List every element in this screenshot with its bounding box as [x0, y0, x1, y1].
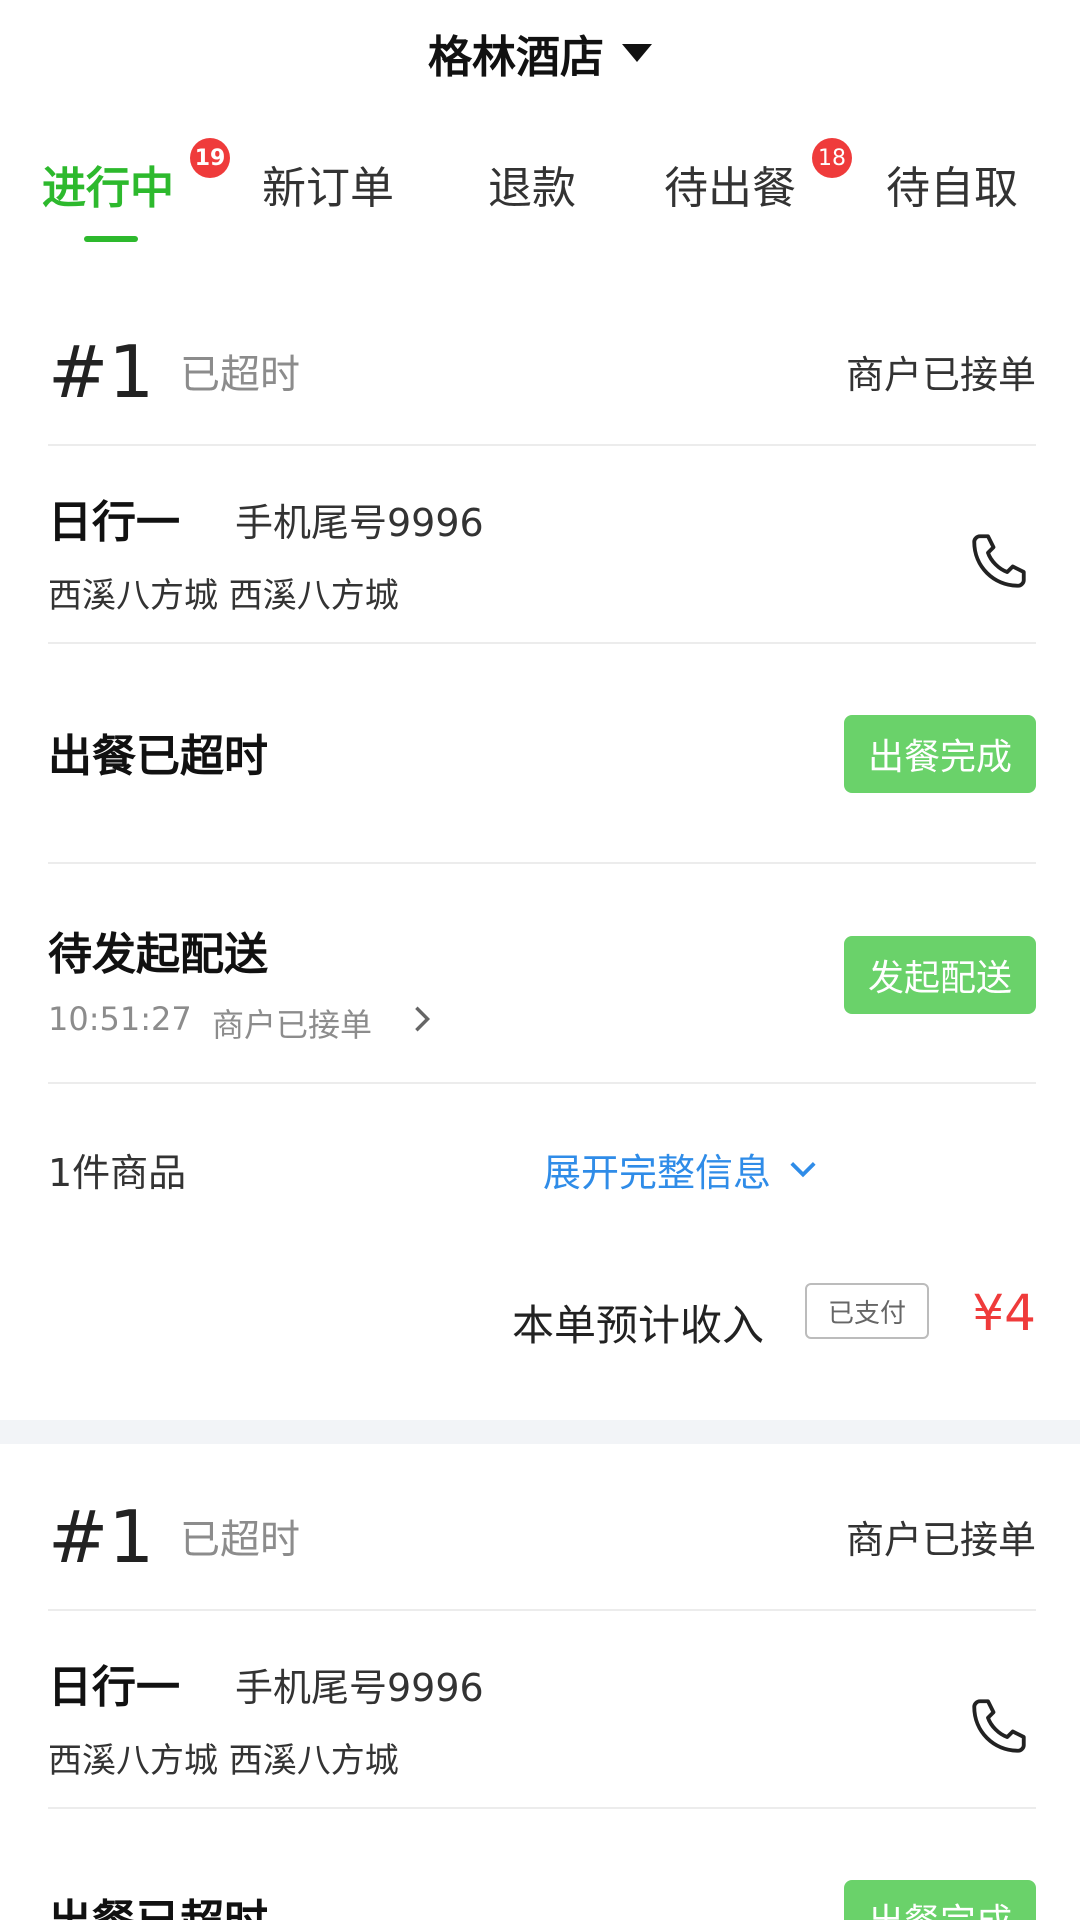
delivery-status-title: 待发起配送: [48, 929, 268, 980]
order-management-screen: 格林酒店 进行中 19 新订单 退款 待出餐 18 待自取 #1 已超时 商户已…: [0, 0, 1080, 1920]
tab-new-orders[interactable]: 新订单: [262, 152, 394, 216]
income-label: 本单预计收入: [512, 1301, 765, 1350]
divider: [48, 1609, 1036, 1611]
divider: [48, 642, 1036, 644]
order-number: #1: [48, 330, 155, 414]
tab-self-pickup[interactable]: 待自取: [886, 152, 1018, 216]
customer-address: 西溪八方城 西溪八方城: [48, 576, 399, 616]
chevron-down-icon[interactable]: [788, 1158, 818, 1180]
chevron-right-icon[interactable]: [412, 1004, 432, 1034]
delivery-time: 10:51:27: [48, 1000, 192, 1038]
meal-complete-button[interactable]: 出餐完成: [844, 715, 1036, 793]
tab-badge: 18: [812, 138, 852, 178]
tab-awaiting-meal[interactable]: 待出餐 18: [664, 138, 852, 216]
divider: [48, 862, 1036, 864]
meal-status-title: 出餐已超时: [48, 731, 268, 782]
phone-icon[interactable]: [966, 1693, 1032, 1759]
divider: [48, 1807, 1036, 1809]
customer-name: 日行一: [48, 1662, 180, 1713]
expand-details-link[interactable]: 展开完整信息: [543, 1142, 771, 1197]
phone-icon[interactable]: [966, 528, 1032, 594]
meal-status-title: 出餐已超时: [48, 1885, 268, 1920]
divider: [48, 1082, 1036, 1084]
order-number: #1: [48, 1495, 155, 1579]
start-delivery-button[interactable]: 发起配送: [844, 936, 1036, 1014]
dropdown-caret-icon[interactable]: [622, 43, 652, 62]
card-separator: [0, 1420, 1080, 1444]
tab-label: 新订单: [262, 163, 394, 214]
tab-refund[interactable]: 退款: [488, 152, 576, 216]
active-tab-indicator: [84, 236, 138, 242]
phone-tail: 手机尾号9996: [235, 1666, 484, 1710]
tab-label: 进行中: [42, 163, 174, 214]
income-amount: ¥4: [972, 1284, 1036, 1342]
merchant-status: 商户已接单: [845, 353, 1036, 397]
store-selector[interactable]: 格林酒店: [428, 21, 604, 85]
divider: [48, 444, 1036, 446]
tab-badge: 19: [190, 138, 230, 178]
paid-badge: 已支付: [805, 1283, 929, 1339]
tab-label: 待自取: [886, 163, 1018, 214]
order-tabs: 进行中 19 新订单 退款 待出餐 18 待自取: [0, 130, 1080, 250]
header: 格林酒店: [0, 0, 1080, 105]
tab-label: 待出餐: [664, 163, 796, 214]
tab-in-progress[interactable]: 进行中 19: [42, 138, 230, 216]
delivery-detail-link[interactable]: 商户已接单: [212, 1000, 372, 1046]
customer-address: 西溪八方城 西溪八方城: [48, 1741, 399, 1781]
overdue-label: 已超时: [180, 352, 300, 398]
merchant-status: 商户已接单: [845, 1518, 1036, 1562]
customer-name: 日行一: [48, 497, 180, 548]
meal-complete-button[interactable]: 出餐完成: [844, 1880, 1036, 1920]
item-count: 1件商品: [48, 1151, 187, 1195]
tab-label: 退款: [488, 163, 576, 214]
phone-tail: 手机尾号9996: [235, 501, 484, 545]
overdue-label: 已超时: [180, 1517, 300, 1563]
